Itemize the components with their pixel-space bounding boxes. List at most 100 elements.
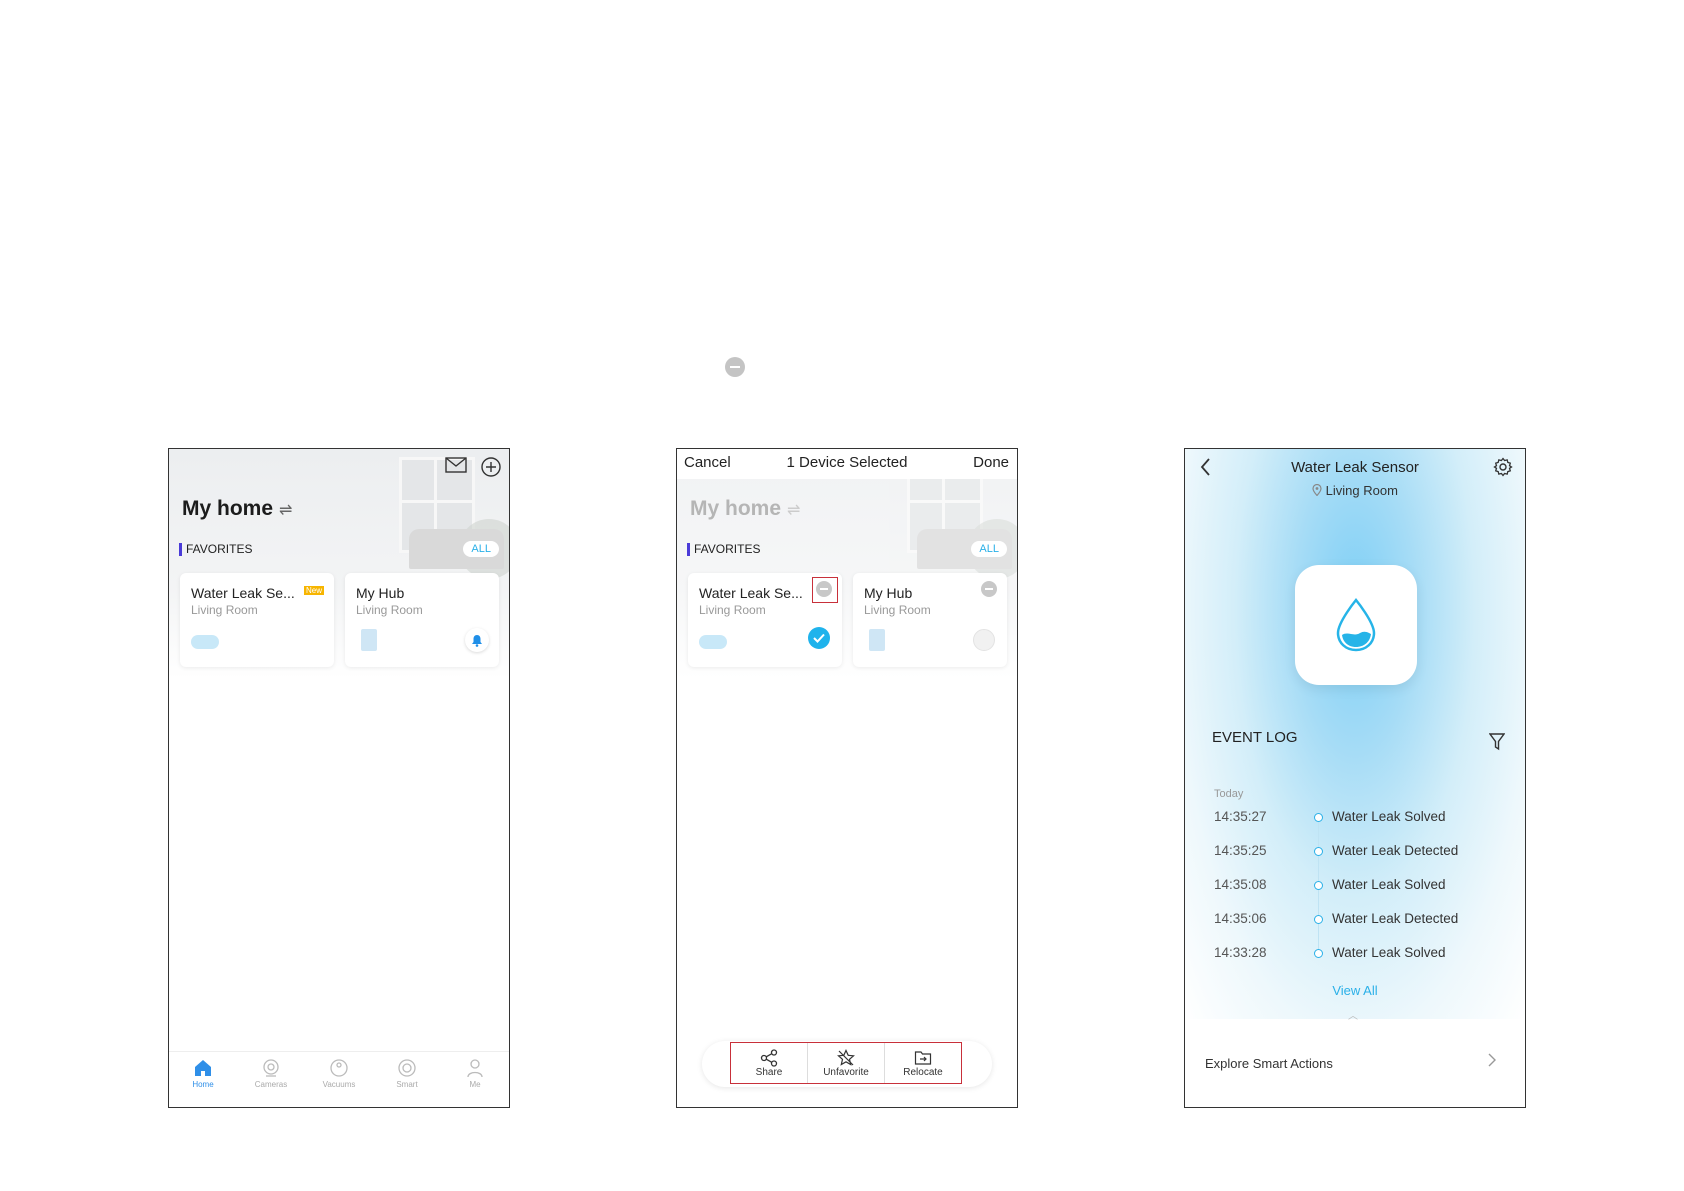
all-button[interactable]: ALL: [463, 541, 499, 557]
switch-home-icon: ⇌: [787, 502, 801, 519]
device-title: Water Leak Sensor: [1291, 459, 1419, 476]
chevron-right-icon[interactable]: [1487, 1052, 1497, 1068]
event-text: Water Leak Solved: [1332, 877, 1446, 892]
tab-vacuums[interactable]: Vacuums: [309, 1052, 369, 1107]
home-icon: [195, 1060, 211, 1076]
selection-header: Cancel 1 Device Selected Done: [677, 449, 1017, 479]
home-title-text: My home: [690, 497, 782, 520]
relocate-button[interactable]: Relocate: [885, 1043, 961, 1083]
device-room: Living Room: [699, 603, 766, 617]
switch-home-icon[interactable]: ⇌: [279, 502, 292, 519]
tab-label: Home: [192, 1080, 214, 1089]
add-icon[interactable]: [481, 457, 501, 477]
event-time: 14:35:06: [1214, 911, 1267, 926]
filter-icon[interactable]: [1489, 733, 1505, 751]
tab-bar: Home Cameras Vacuums Smart Me: [169, 1051, 509, 1107]
share-icon: [760, 1048, 778, 1067]
event-row[interactable]: 14:35:25 Water Leak Detected: [1214, 843, 1494, 877]
favorites-heading: FAVORITES: [687, 542, 760, 556]
remove-icon[interactable]: [981, 581, 997, 597]
hub-thumbnail: [361, 629, 377, 651]
event-row[interactable]: 14:35:08 Water Leak Solved: [1214, 877, 1494, 911]
tab-home[interactable]: Home: [173, 1052, 233, 1107]
home-title-text: My home: [182, 497, 274, 520]
hub-thumbnail: [869, 629, 885, 651]
tab-label: Cameras: [254, 1080, 288, 1089]
tab-label: Me: [469, 1080, 481, 1089]
event-row[interactable]: 14:35:06 Water Leak Detected: [1214, 911, 1494, 945]
device-card-water-leak[interactable]: Water Leak Se... New Living Room: [180, 573, 334, 667]
action-label: Relocate: [903, 1066, 943, 1078]
sensor-thumbnail: [699, 635, 727, 649]
bell-icon: [472, 634, 482, 647]
timeline-dot: [1314, 949, 1323, 958]
event-row[interactable]: 14:33:28 Water Leak Solved: [1214, 945, 1494, 979]
remove-icon[interactable]: [816, 581, 832, 597]
favorites-bar: [179, 542, 182, 556]
tab-cameras[interactable]: Cameras: [241, 1052, 301, 1107]
home-screen: My home ⇌ FAVORITES ALL Water Leak Se... …: [168, 448, 510, 1108]
top-icons: [445, 457, 501, 477]
explore-smart-actions-link[interactable]: Explore Smart Actions: [1205, 1056, 1333, 1071]
home-title: My home ⇌: [690, 497, 800, 521]
favorites-label: FAVORITES: [186, 542, 253, 556]
settings-gear-icon[interactable]: [1493, 457, 1513, 477]
device-name: Water Leak Se...: [191, 585, 295, 601]
device-room: Living Room: [191, 603, 258, 617]
timeline-dot: [1314, 847, 1323, 856]
home-title[interactable]: My home ⇌: [182, 497, 292, 521]
sensor-icon-tile: [1295, 565, 1417, 685]
all-button[interactable]: ALL: [971, 541, 1007, 557]
timeline-dot: [1314, 813, 1323, 822]
floating-minus-icon: [725, 357, 745, 377]
camera-icon: [263, 1059, 279, 1077]
device-card-hub[interactable]: My Hub Living Room: [345, 573, 499, 667]
selection-count: 1 Device Selected: [786, 454, 908, 471]
unselected-circle-icon[interactable]: [973, 629, 995, 651]
tab-me[interactable]: Me: [445, 1052, 505, 1107]
new-badge: New: [304, 586, 325, 595]
done-button[interactable]: Done: [973, 454, 1009, 471]
timeline-dot: [1314, 881, 1323, 890]
timeline-dot: [1314, 915, 1323, 924]
event-time: 14:35:25: [1214, 843, 1267, 858]
favorites-heading: FAVORITES: [179, 542, 252, 556]
vacuum-icon: [330, 1059, 348, 1077]
event-text: Water Leak Detected: [1332, 911, 1459, 926]
event-text: Water Leak Solved: [1332, 809, 1446, 824]
action-label: Share: [755, 1066, 783, 1078]
share-button[interactable]: Share: [731, 1043, 808, 1083]
location-pin-icon: [1312, 483, 1322, 497]
tab-label: Smart: [396, 1080, 418, 1089]
device-name: Water Leak Se...: [699, 585, 803, 601]
device-room: Living Room: [356, 603, 423, 617]
sensor-thumbnail: [191, 635, 219, 649]
event-text: Water Leak Solved: [1332, 945, 1446, 960]
alarm-button[interactable]: [465, 628, 489, 652]
device-room: Living Room: [1325, 483, 1398, 498]
person-icon: [467, 1059, 483, 1078]
device-location: Living Room: [1185, 483, 1525, 498]
view-all-link[interactable]: View All: [1185, 983, 1525, 998]
edit-favorites-screen: Cancel 1 Device Selected Done My home ⇌ F…: [676, 448, 1018, 1108]
device-card-hub[interactable]: My Hub Living Room: [853, 573, 1007, 667]
sensor-detail-screen: Water Leak Sensor Living Room EVENT LOG …: [1184, 448, 1526, 1108]
action-toolbar: Share Unfavorite Relocate: [730, 1042, 962, 1084]
event-row[interactable]: 14:35:27 Water Leak Solved: [1214, 809, 1494, 843]
smart-icon: [398, 1059, 416, 1077]
mail-icon[interactable]: [445, 457, 467, 473]
action-label: Unfavorite: [823, 1066, 869, 1078]
unfavorite-button[interactable]: Unfavorite: [808, 1043, 885, 1083]
event-time: 14:33:28: [1214, 945, 1267, 960]
event-text: Water Leak Detected: [1332, 843, 1459, 858]
chevron-up-icon[interactable]: ︿: [1348, 1007, 1358, 1022]
device-name: My Hub: [356, 585, 405, 601]
favorites-bar: [687, 542, 690, 556]
event-time: 14:35:27: [1214, 809, 1267, 824]
event-time: 14:35:08: [1214, 877, 1267, 892]
selected-check-icon[interactable]: [808, 627, 830, 649]
date-group-label: Today: [1214, 788, 1244, 800]
device-card-water-leak[interactable]: Water Leak Se... Living Room: [688, 573, 842, 667]
folder-move-icon: [914, 1050, 932, 1065]
tab-smart[interactable]: Smart: [377, 1052, 437, 1107]
